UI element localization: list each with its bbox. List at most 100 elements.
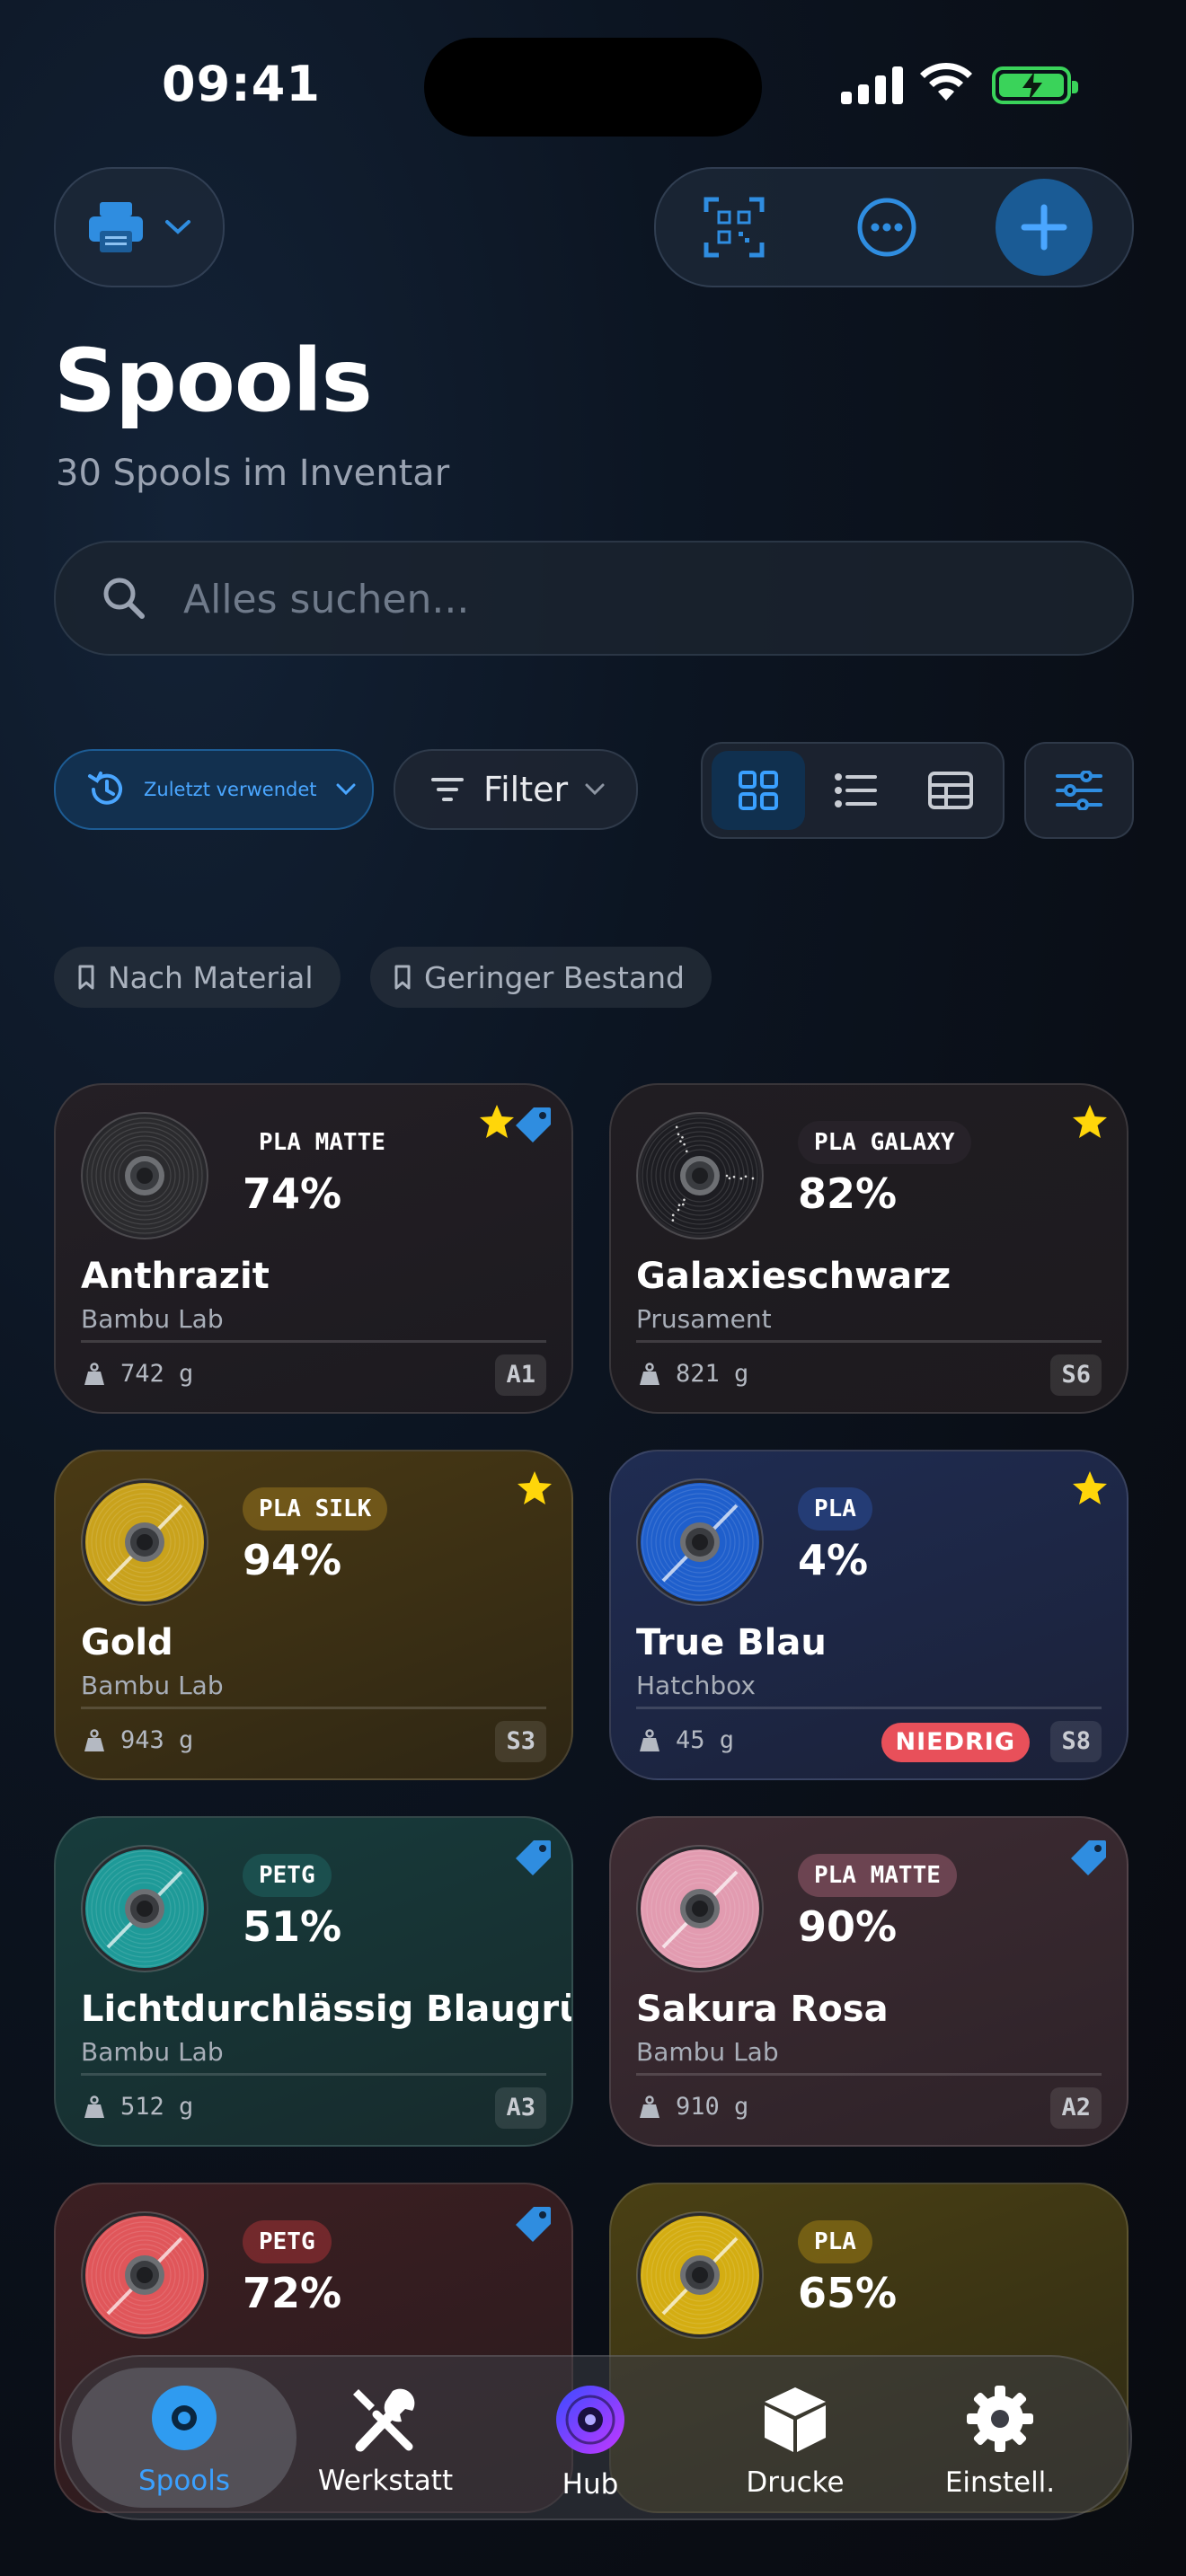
card-divider xyxy=(81,2073,546,2076)
spool-brand: Bambu Lab xyxy=(81,1304,224,1334)
nfc-tag-icon xyxy=(516,1840,551,1875)
favorite-star-icon[interactable] xyxy=(1071,1469,1109,1507)
spool-card[interactable]: PLA MATTE 74% Anthrazit Bambu Lab 742 g A1 xyxy=(54,1083,573,1414)
low-stock-badge: NIEDRIG xyxy=(881,1723,1030,1762)
slot-badge: A3 xyxy=(495,2087,546,2129)
chevron-down-icon xyxy=(165,220,190,234)
qr-code-icon xyxy=(704,197,765,258)
slot-badge: S8 xyxy=(1050,1721,1102,1762)
material-badge: PLA SILK xyxy=(243,1487,388,1531)
spool-icon xyxy=(636,1845,764,1972)
filter-label: Filter xyxy=(483,770,569,809)
tab-drucke[interactable]: Drucke xyxy=(692,2384,898,2499)
qr-scan-button[interactable] xyxy=(694,187,774,268)
spool-icon xyxy=(636,1478,764,1606)
slot-badge: A1 xyxy=(495,1354,546,1396)
material-badge: PLA xyxy=(798,1487,872,1531)
spool-icon xyxy=(152,2386,217,2450)
spool-brand: Hatchbox xyxy=(636,1671,756,1700)
more-options-button[interactable] xyxy=(846,187,927,268)
weight-value: 910 g xyxy=(676,2093,749,2121)
remaining-percent: 82% xyxy=(798,1169,898,1218)
spool-card[interactable]: PLA MATTE 90% Sakura Rosa Bambu Lab 910 g A2 xyxy=(609,1816,1128,2147)
spool-card[interactable]: PETG 51% Lichtdurchlässig Blaugrün Bambu La… xyxy=(54,1816,573,2147)
weight-value: 821 g xyxy=(676,1360,749,1388)
wifi-icon xyxy=(920,62,972,101)
spool-icon xyxy=(81,1112,208,1239)
spool-card[interactable]: PLA GALAXY 82% Galaxieschwarz Prusament 821 … xyxy=(609,1083,1128,1414)
card-divider xyxy=(636,2073,1102,2076)
weight-icon xyxy=(84,1728,104,1751)
remaining-percent: 90% xyxy=(798,1902,898,1951)
sort-button[interactable]: Zuletzt verwendet xyxy=(54,749,374,830)
search-placeholder: Alles suchen... xyxy=(183,577,470,622)
chevron-down-icon xyxy=(585,783,605,796)
tab-label: Hub xyxy=(562,2468,619,2501)
material-badge: PETG xyxy=(243,1854,332,1897)
remaining-percent: 72% xyxy=(243,2269,342,2317)
favorite-star-icon[interactable] xyxy=(1071,1103,1109,1141)
spool-name: Galaxieschwarz xyxy=(636,1256,951,1297)
material-badge: PLA GALAXY xyxy=(798,1121,971,1164)
quick-filter-label: Nach Material xyxy=(108,959,314,995)
tab-label: Drucke xyxy=(746,2466,845,2499)
remaining-percent: 4% xyxy=(798,1536,869,1584)
chevron-down-icon xyxy=(336,783,355,796)
spool-weight: 512 g xyxy=(83,2093,193,2121)
favorite-star-icon[interactable] xyxy=(516,1469,553,1507)
material-badge: PLA MATTE xyxy=(798,1854,957,1897)
spool-name: Sakura Rosa xyxy=(636,1989,889,2030)
tab-hub[interactable]: Hub xyxy=(487,2384,694,2501)
list-view-button[interactable] xyxy=(809,751,902,830)
remaining-percent: 74% xyxy=(243,1169,342,1218)
remaining-percent: 65% xyxy=(798,2269,898,2317)
page-title: Spools xyxy=(54,331,373,431)
weight-value: 512 g xyxy=(120,2093,194,2121)
filter-button[interactable]: Filter xyxy=(394,749,638,830)
spool-name: Lichtdurchlässig Blaugrün xyxy=(81,1989,573,2030)
weight-value: 45 g xyxy=(676,1726,735,1754)
weight-icon xyxy=(84,2095,104,2118)
view-mode-switcher xyxy=(701,742,1005,839)
spool-icon xyxy=(636,1112,764,1239)
nfc-tag-icon xyxy=(516,1107,551,1142)
add-spool-button[interactable] xyxy=(996,179,1093,276)
spool-card[interactable]: PLA 4% True Blau Hatchbox 45 g S8 NIEDRIG xyxy=(609,1450,1128,1780)
spool-card[interactable]: PLA SILK 94% Gold Bambu Lab 943 g S3 xyxy=(54,1450,573,1780)
spool-weight: 943 g xyxy=(83,1726,193,1754)
card-divider xyxy=(636,1340,1102,1343)
cellular-signal-icon xyxy=(841,65,903,104)
quick-filter-low-stock[interactable]: Geringer Bestand xyxy=(370,947,712,1008)
favorite-star-icon[interactable] xyxy=(478,1103,516,1141)
tab-spools[interactable]: Spools xyxy=(81,2384,288,2497)
display-settings-button[interactable] xyxy=(1024,742,1134,839)
spool-name: Anthrazit xyxy=(81,1256,270,1297)
status-time: 09:41 xyxy=(162,56,321,112)
slot-badge: S6 xyxy=(1050,1354,1102,1396)
card-divider xyxy=(636,1707,1102,1709)
spool-name: Gold xyxy=(81,1622,173,1663)
remaining-percent: 94% xyxy=(243,1536,342,1584)
spool-weight: 45 g xyxy=(638,1726,734,1754)
tab-einstellungen[interactable]: Einstell. xyxy=(897,2384,1103,2499)
spool-name: True Blau xyxy=(636,1622,827,1663)
weight-icon xyxy=(84,1362,104,1385)
table-view-button[interactable] xyxy=(904,751,997,830)
dynamic-island xyxy=(424,38,762,137)
history-icon xyxy=(88,772,122,805)
ellipsis-circle-icon xyxy=(857,198,916,257)
spool-icon xyxy=(81,1478,208,1606)
printer-selector-button[interactable] xyxy=(54,167,225,287)
spool-brand: Bambu Lab xyxy=(81,1671,224,1700)
card-divider xyxy=(81,1707,546,1709)
search-input[interactable]: Alles suchen... xyxy=(54,541,1134,656)
list-icon xyxy=(835,773,877,807)
slot-badge: A2 xyxy=(1050,2087,1102,2129)
sort-label: Zuletzt verwendet xyxy=(144,779,317,800)
quick-filter-label: Geringer Bestand xyxy=(424,959,685,995)
tab-werkstatt[interactable]: Werkstatt xyxy=(282,2384,489,2497)
grid-view-button[interactable] xyxy=(712,751,805,830)
weight-icon xyxy=(640,1362,659,1385)
spool-brand: Bambu Lab xyxy=(636,2037,779,2067)
quick-filter-material[interactable]: Nach Material xyxy=(54,947,341,1008)
